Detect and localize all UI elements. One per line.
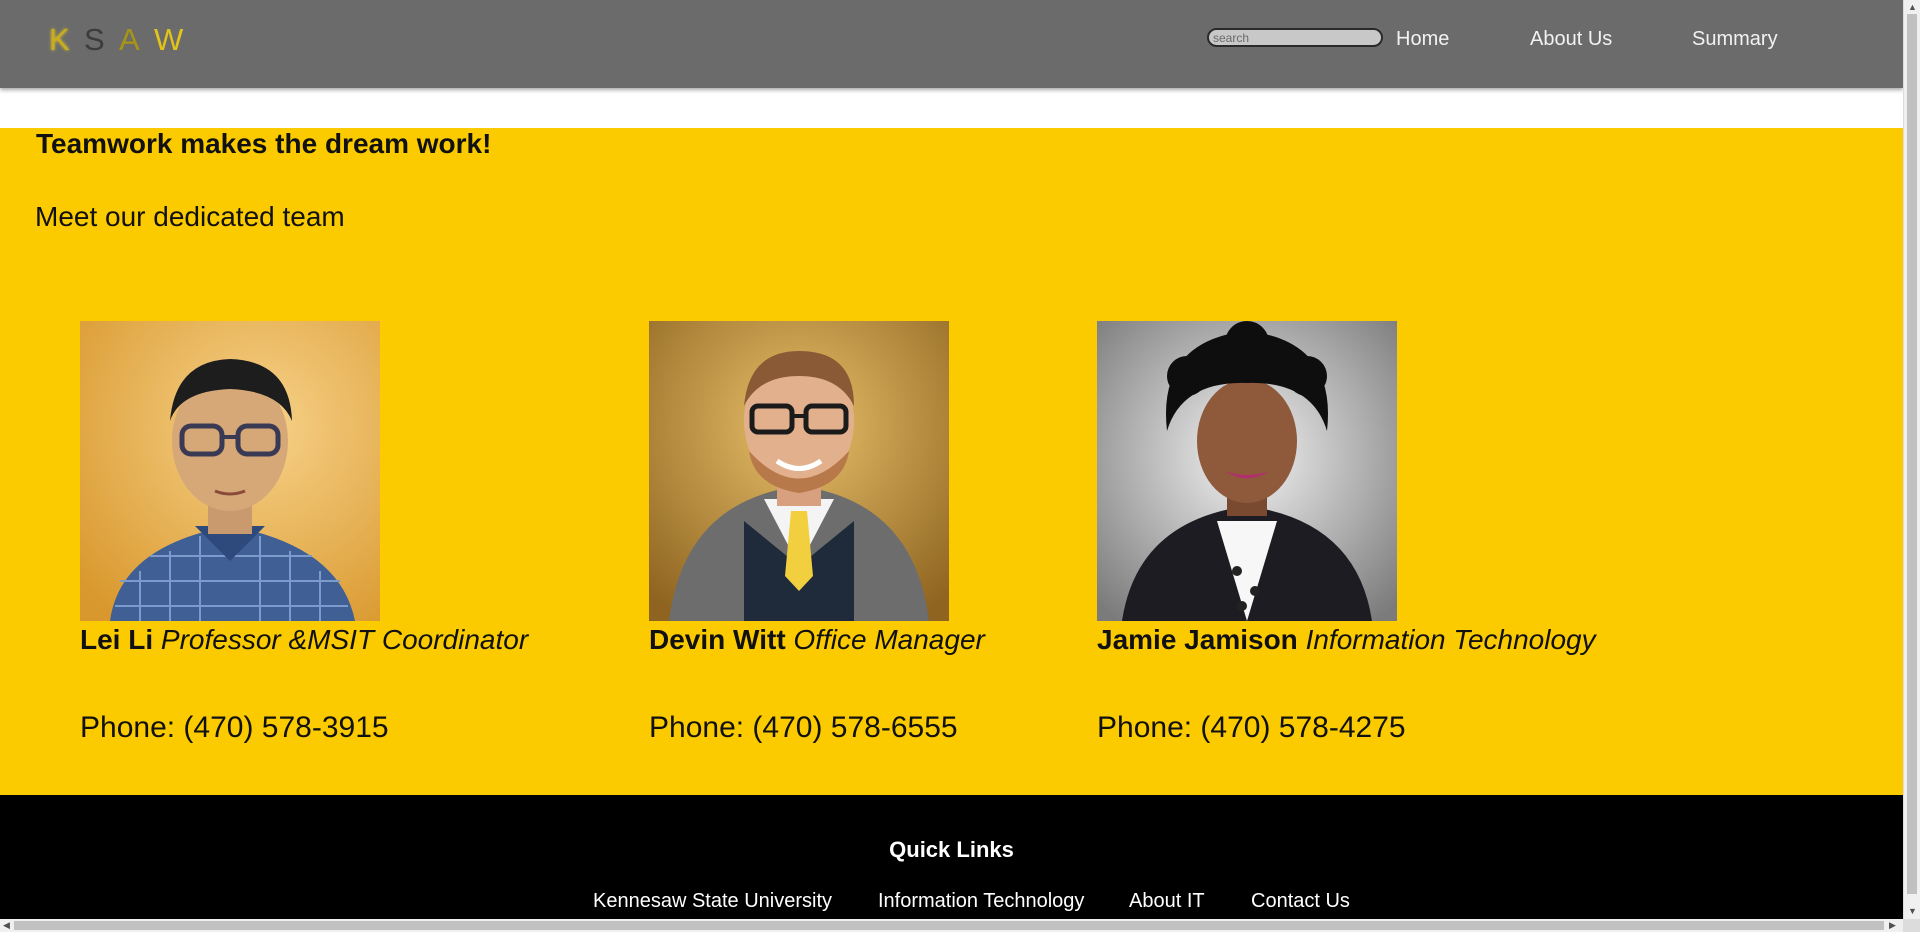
nav-home-link[interactable]: Home — [1396, 27, 1449, 51]
page-subtitle: Meet our dedicated team — [35, 201, 345, 232]
scroll-right-arrow-icon[interactable]: ▶ — [1889, 919, 1896, 931]
footer-link-about-it[interactable]: About IT — [1129, 889, 1205, 913]
site-footer: Quick Links Kennesaw State University In… — [0, 795, 1903, 919]
team-member-caption: Devin Witt Office Manager — [649, 621, 985, 659]
scroll-left-arrow-icon[interactable]: ◀ — [3, 919, 10, 931]
page-title: Teamwork makes the dream work! — [36, 128, 492, 159]
search-input[interactable] — [1207, 28, 1383, 47]
logo-letter-w: W — [154, 22, 184, 57]
team-member-caption: Jamie Jamison Information Technology — [1097, 621, 1596, 659]
nav-summary-link[interactable]: Summary — [1692, 27, 1778, 51]
team-member-name: Jamie Jamison — [1097, 624, 1298, 655]
vertical-scroll-thumb[interactable] — [1907, 14, 1917, 894]
logo-letter-a: A — [119, 22, 140, 57]
team-member-role: Professor &MSIT Coordinator — [160, 624, 529, 655]
team-member-caption: Lei Li Professor &MSIT Coordinator — [80, 621, 528, 659]
logo-letter-k: K — [49, 22, 70, 57]
team-member-role: Information Technology — [1305, 624, 1596, 655]
scroll-up-arrow-icon[interactable]: ▲ — [1908, 1, 1917, 13]
scrollbar-corner — [1903, 919, 1920, 932]
team-member-role: Office Manager — [793, 624, 985, 655]
team-member-card: Lei Li Professor &MSIT Coordinator Phone… — [80, 321, 528, 744]
scroll-down-arrow-icon[interactable]: ▼ — [1908, 905, 1917, 917]
logo-letter-s: S — [84, 22, 105, 57]
team-member-photo — [80, 321, 380, 621]
ksaw-logo[interactable]: K S A W — [49, 20, 189, 60]
team-member-card: Jamie Jamison Information Technology Pho… — [1097, 321, 1596, 744]
team-member-name: Devin Witt — [649, 624, 786, 655]
horizontal-scrollbar[interactable]: ◀ ▶ — [0, 919, 1903, 932]
team-member-phone: Phone: (470) 578-6555 — [649, 711, 958, 744]
footer-link-contact-us[interactable]: Contact Us — [1251, 889, 1350, 913]
footer-link-information-technology[interactable]: Information Technology — [878, 889, 1084, 913]
horizontal-scroll-thumb[interactable] — [14, 921, 1884, 930]
vertical-scrollbar[interactable]: ▲ ▼ — [1903, 0, 1920, 919]
team-member-card: Devin Witt Office Manager Phone: (470) 5… — [649, 321, 985, 744]
site-header: K S A W Home About Us Summary — [0, 0, 1903, 88]
team-section: Teamwork makes the dream work! Meet our … — [0, 128, 1903, 795]
footer-link-ksu[interactable]: Kennesaw State University — [593, 889, 832, 913]
team-member-photo — [649, 321, 949, 621]
team-member-name: Lei Li — [80, 624, 154, 655]
team-member-phone: Phone: (470) 578-4275 — [1097, 711, 1406, 744]
team-member-phone: Phone: (470) 578-3915 — [80, 711, 389, 744]
team-member-photo — [1097, 321, 1397, 621]
footer-heading: Quick Links — [889, 837, 1014, 862]
nav-about-us-link[interactable]: About Us — [1530, 27, 1612, 51]
